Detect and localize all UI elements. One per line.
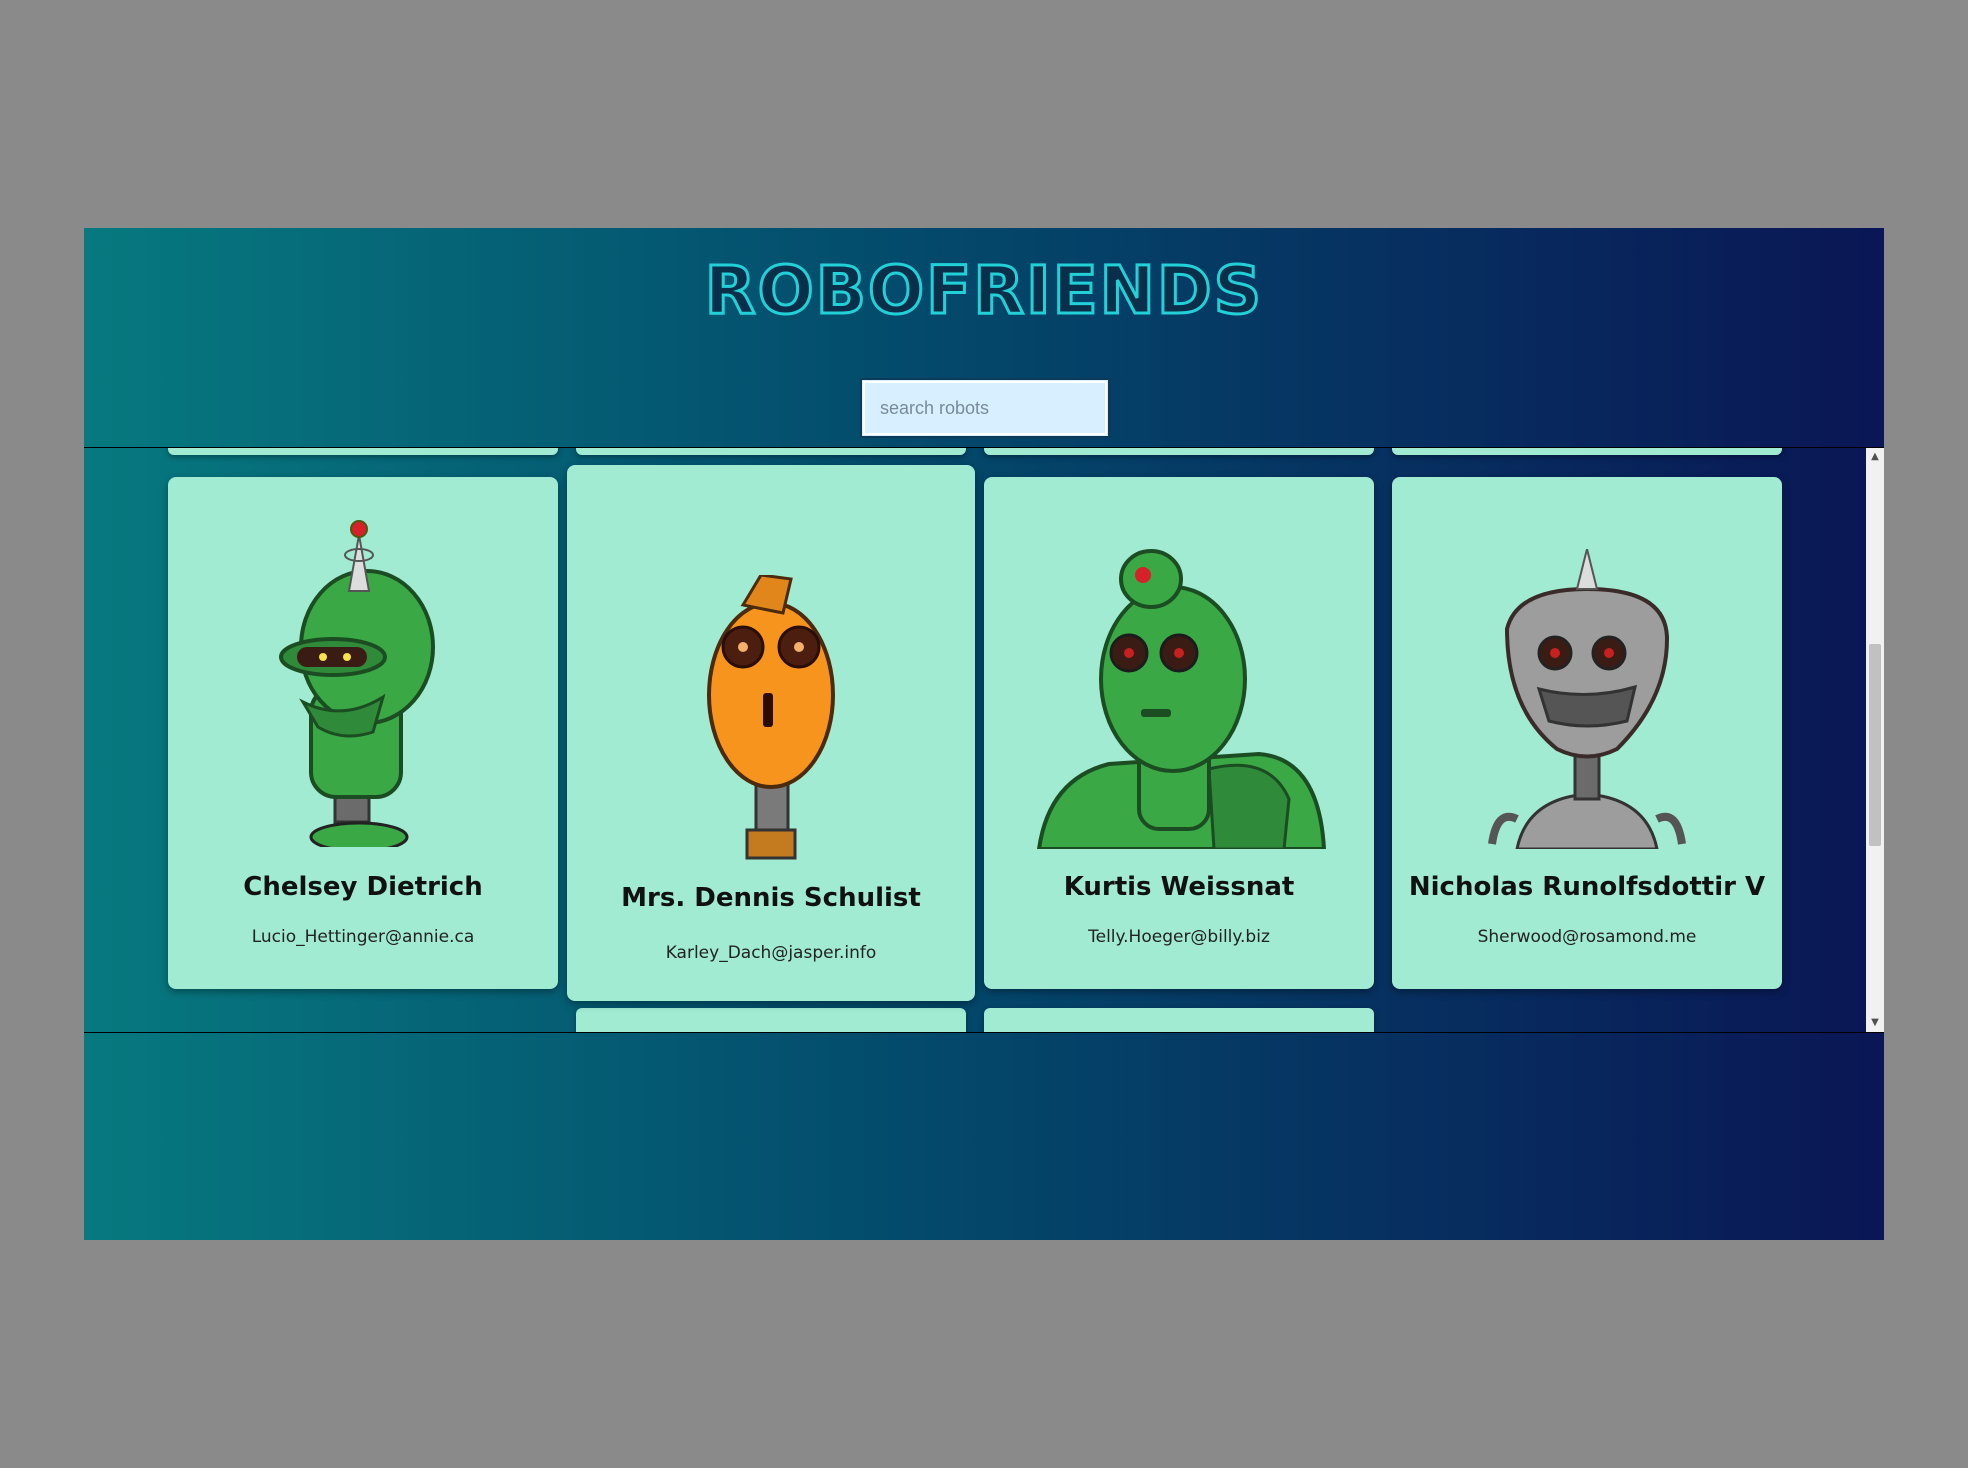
robot-list-scroll[interactable]: Chelsey Dietrich Lucio_Hettinger@annie.c… (84, 447, 1884, 1033)
robot-email: Lucio_Hettinger@annie.ca (251, 927, 475, 947)
green-robot-antenna-icon (279, 520, 435, 847)
robot-name: Nicholas Runolfsdottir V (1408, 872, 1766, 902)
card-stub[interactable] (984, 448, 1374, 455)
card-stub[interactable] (576, 448, 966, 455)
robot-name: Mrs. Dennis Schulist (621, 883, 921, 913)
robot-card[interactable]: Mrs. Dennis Schulist Karley_Dach@jasper.… (567, 465, 975, 1001)
robot-email: Karley_Dach@jasper.info (665, 943, 877, 963)
scrollbar-thumb[interactable] (1869, 644, 1881, 846)
vertical-scrollbar[interactable]: ▲ ▼ (1866, 448, 1884, 1032)
robot-card[interactable]: Chelsey Dietrich Lucio_Hettinger@annie.c… (168, 477, 558, 989)
scroll-down-arrow-icon[interactable]: ▼ (1866, 1014, 1884, 1032)
orange-robot-icon (707, 575, 835, 860)
search-input[interactable] (860, 378, 1110, 438)
page-title: ROBOFRIENDS (703, 252, 1264, 329)
card-stub[interactable] (168, 448, 558, 455)
scroll-up-arrow-icon[interactable]: ▲ (1866, 448, 1884, 466)
green-robot-dome-icon (1036, 549, 1327, 849)
robot-email: Telly.Hoeger@billy.biz (1088, 927, 1270, 947)
card-stub[interactable] (576, 1008, 966, 1032)
robot-name: Chelsey Dietrich (243, 872, 483, 902)
robot-name: Kurtis Weissnat (1063, 872, 1295, 902)
robot-email: Sherwood@rosamond.me (1477, 927, 1697, 947)
card-stub[interactable] (1392, 448, 1782, 455)
gray-robot-spike-icon (1488, 549, 1686, 849)
app-background: ROBOFRIENDS Chelse (84, 228, 1884, 1240)
card-stub[interactable] (984, 1008, 1374, 1032)
robot-card[interactable]: Kurtis Weissnat Telly.Hoeger@billy.biz (984, 477, 1374, 989)
robot-card[interactable]: Nicholas Runolfsdottir V Sherwood@rosamo… (1392, 477, 1782, 989)
